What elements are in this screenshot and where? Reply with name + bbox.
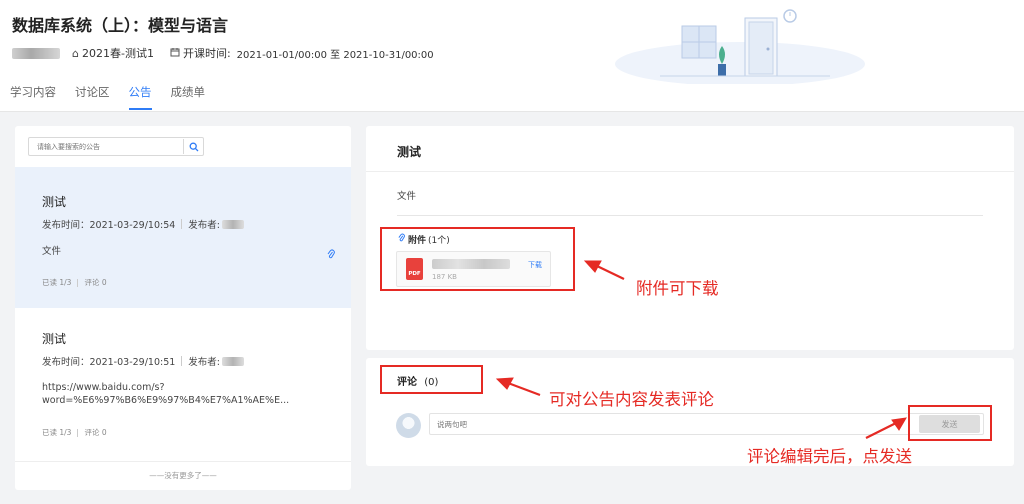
announcement-body: https://www.baidu.com/s? — [42, 382, 165, 393]
tab-discussion[interactable]: 讨论区 — [75, 84, 110, 110]
comment-input[interactable] — [429, 413, 984, 435]
publish-time: 发布时间：2021-03-29/10:51 — [42, 357, 176, 368]
course-title: 数据库系统（上）：模型与语言 — [12, 16, 229, 35]
announcement-meta: 发布时间：2021-03-29/10:54 发布者: — [42, 217, 244, 231]
detail-title: 测试 — [397, 145, 422, 159]
comment-count: 评论 0 — [84, 278, 107, 287]
paperclip-icon — [327, 245, 335, 264]
announcement-body: 文件 — [42, 246, 62, 257]
publisher-label: 发布者: — [188, 220, 220, 231]
publisher-name-blurred — [222, 356, 244, 366]
user-avatar — [396, 413, 421, 438]
announcement-title: 测试 — [42, 195, 67, 209]
search-input[interactable] — [29, 138, 183, 155]
header-illustration — [615, 9, 865, 84]
calendar-icon — [170, 47, 180, 60]
announcement-stats: 已读 1/3 评论 0 — [42, 427, 107, 438]
stats-divider — [77, 428, 79, 437]
download-note: 附件可下载 — [636, 279, 719, 298]
publisher-label: 发布者: — [188, 357, 220, 368]
detail-body: 文件 — [397, 191, 417, 202]
meta-divider — [181, 219, 183, 229]
list-end-text: ——没有更多了—— — [149, 471, 217, 480]
announcement-stats: 已读 1/3 评论 0 — [42, 277, 107, 288]
announcement-meta: 发布时间：2021-03-29/10:51 发布者: — [42, 354, 244, 368]
time-label: 开课时间: — [182, 47, 231, 60]
stats-divider — [77, 278, 79, 287]
comment-note: 可对公告内容发表评论 — [549, 390, 714, 409]
announcement-body-line2: word=%E6%97%B6%E9%97%B4%E7%A1%AE%E... — [42, 395, 290, 406]
tab-grades[interactable]: 成绩单 — [171, 84, 206, 110]
tab-learning-content[interactable]: 学习内容 — [10, 84, 56, 110]
course-meta: ⌂ 2021春-测试1 开课时间: 2021-01-01/00:00 至 202… — [12, 45, 434, 61]
course-term: 2021春-测试1 — [81, 47, 154, 60]
search-icon[interactable] — [183, 139, 203, 154]
publisher-name-blurred — [222, 219, 244, 229]
send-note: 评论编辑完后，点发送 — [747, 447, 912, 466]
tab-announcements[interactable]: 公告 — [128, 84, 152, 110]
announcement-title: 测试 — [42, 332, 67, 346]
announcement-item-selected[interactable]: 测试 发布时间：2021-03-29/10:54 发布者: 文件 已读 1/3 … — [15, 167, 351, 308]
attachment-highlight-box — [380, 227, 575, 291]
comment-count: 评论 0 — [84, 428, 107, 437]
announcement-item[interactable]: 测试 发布时间：2021-03-29/10:51 发布者: https://ww… — [15, 308, 351, 456]
home-icon: ⌂ — [72, 46, 79, 60]
send-button-highlight-box — [908, 405, 992, 441]
detail-header-divider — [366, 171, 1014, 172]
detail-body-divider — [397, 215, 983, 216]
read-count: 已读 1/3 — [42, 428, 72, 437]
course-header: 数据库系统（上）：模型与语言 ⌂ 2021春-测试1 开课时间: 2021-01… — [0, 0, 1024, 112]
announcement-list-panel: 测试 发布时间：2021-03-29/10:54 发布者: 文件 已读 1/3 … — [15, 126, 351, 490]
course-tabs: 学习内容 讨论区 公告 成绩单 — [10, 84, 224, 110]
publish-time: 发布时间：2021-03-29/10:54 — [42, 220, 176, 231]
meta-divider — [181, 356, 183, 366]
list-divider — [15, 461, 351, 462]
search-box — [28, 137, 204, 156]
comment-title-highlight-box — [380, 365, 483, 394]
teacher-avatar-blurred — [12, 47, 60, 59]
read-count: 已读 1/3 — [42, 278, 72, 287]
time-range: 2021-01-01/00:00 至 2021-10-31/00:00 — [236, 49, 434, 61]
